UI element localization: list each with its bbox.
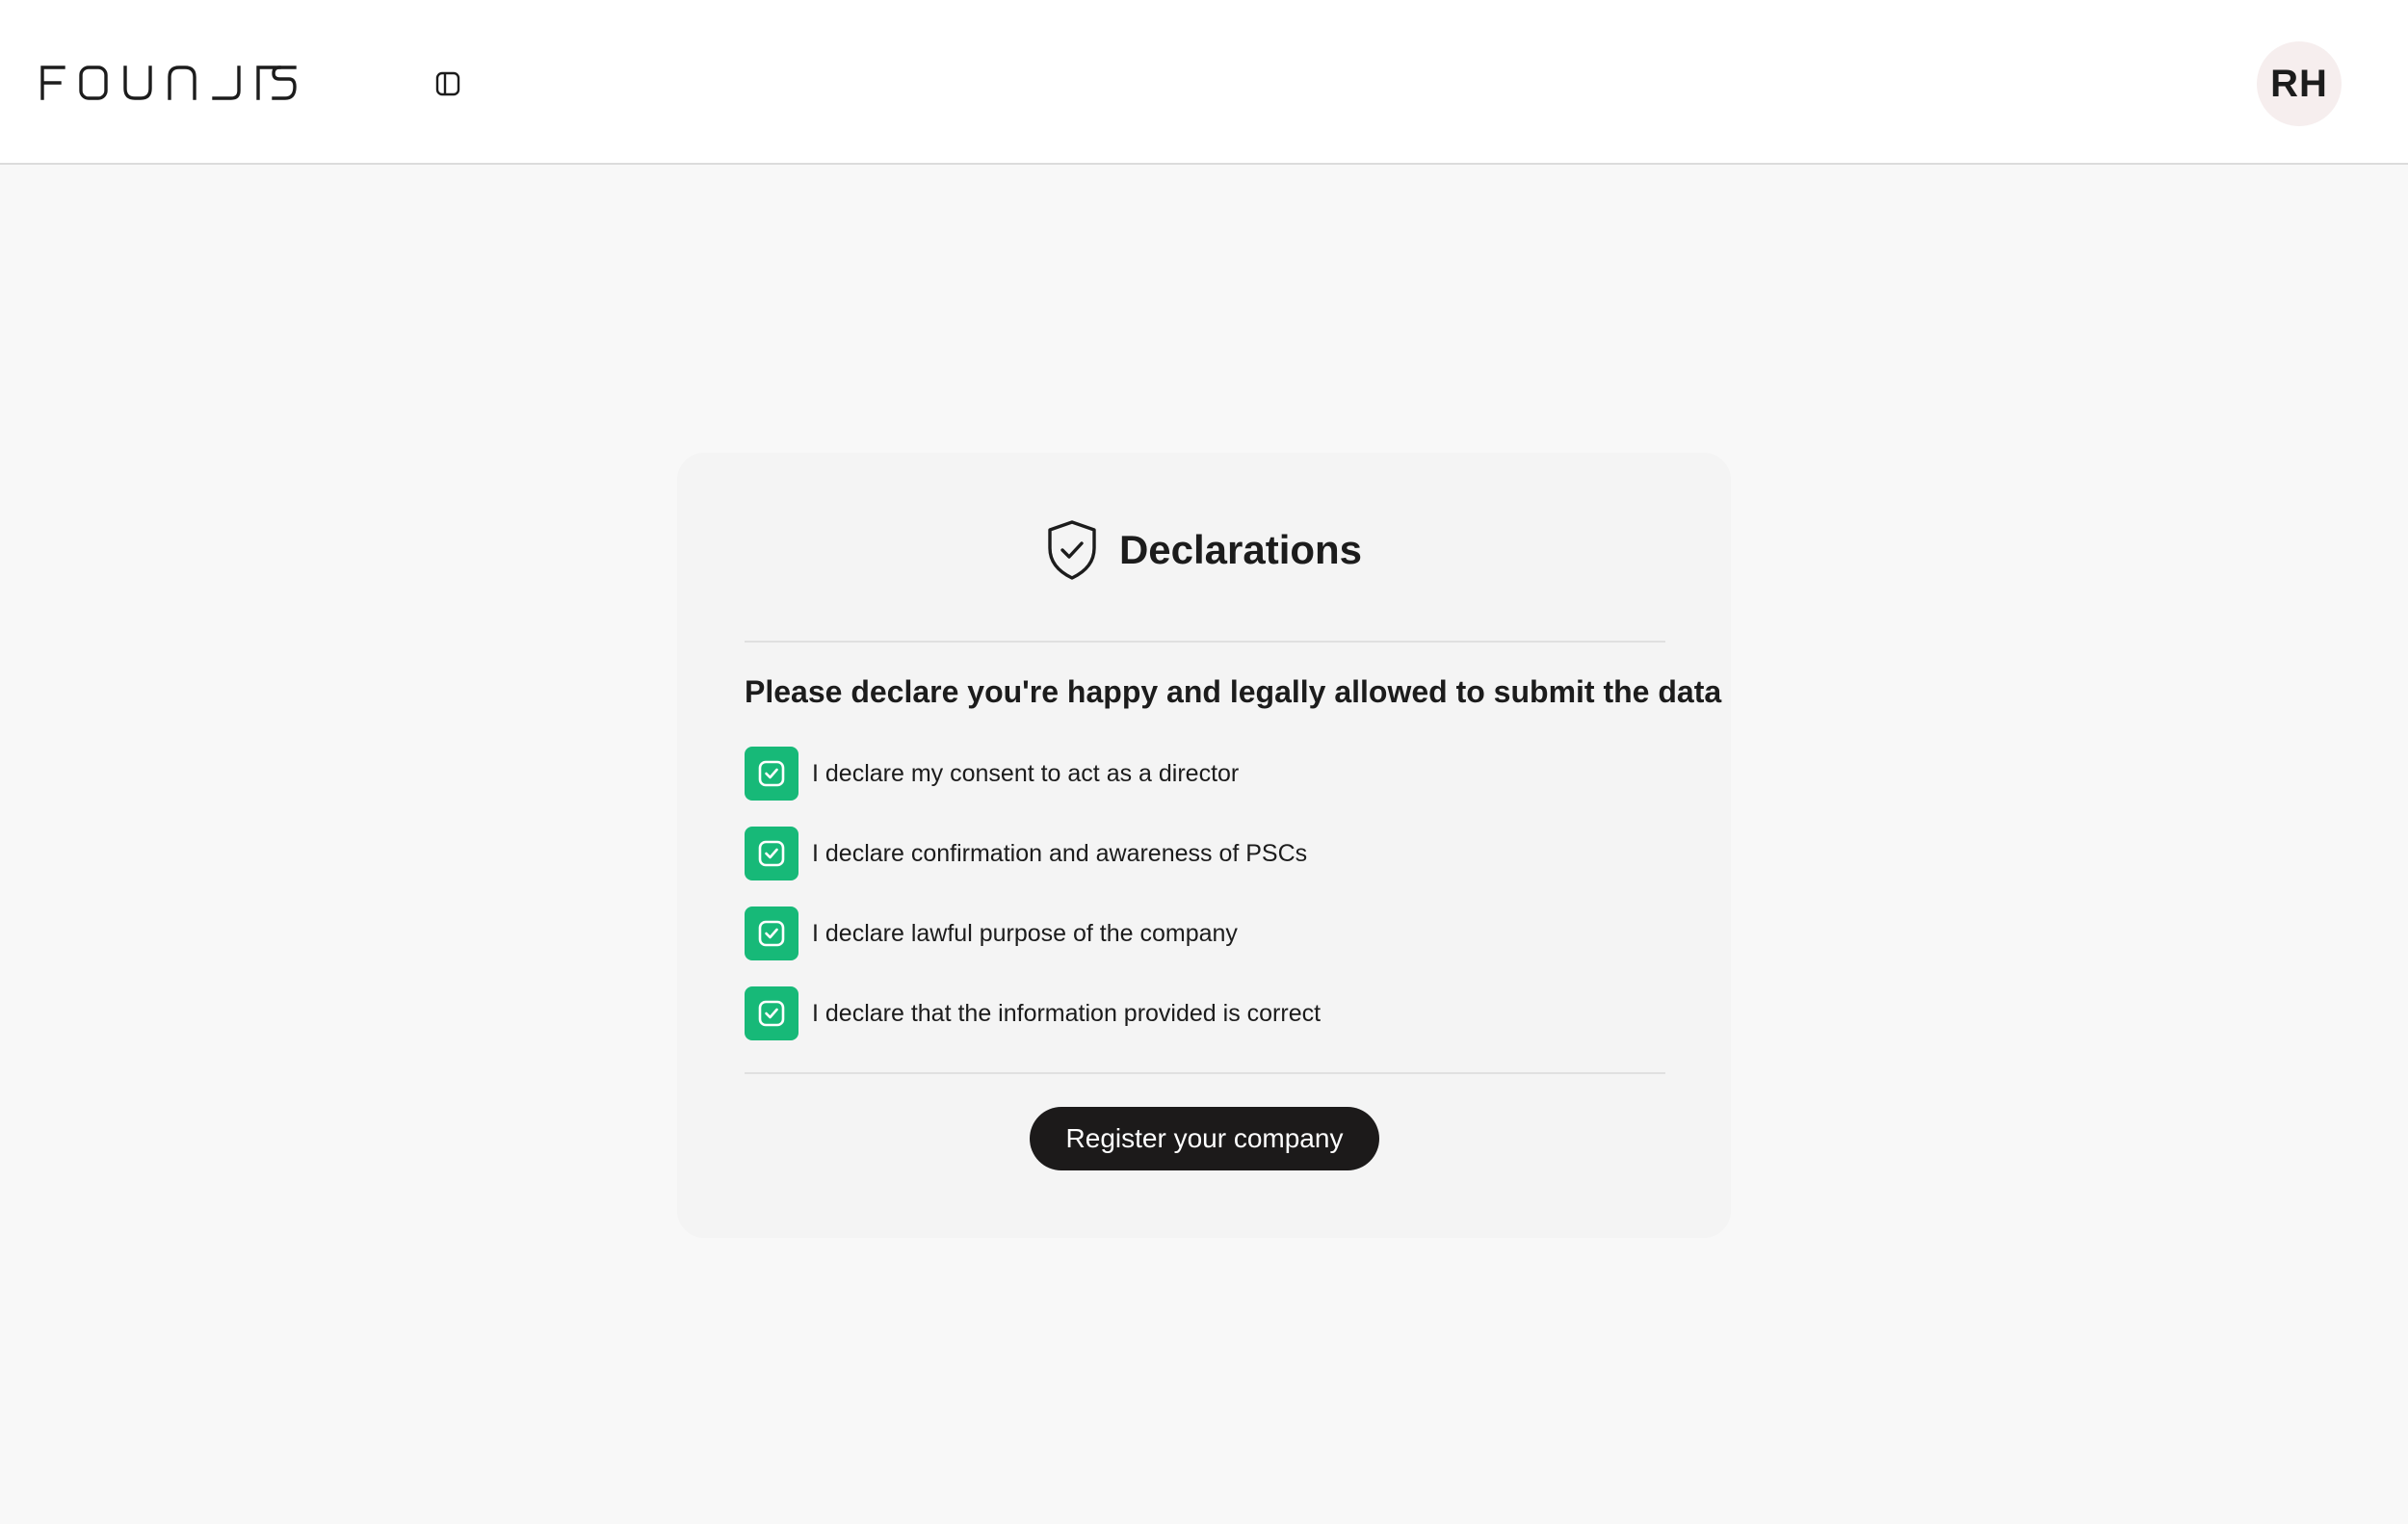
declarations-subtitle: Please declare you're happy and legally … — [745, 674, 1722, 709]
declaration-item-director-consent[interactable]: I declare my consent to act as a directo… — [745, 747, 1669, 801]
declaration-item-psc-awareness[interactable]: I declare confirmation and awareness of … — [745, 827, 1669, 880]
divider — [745, 1072, 1665, 1074]
top-bar: RH — [0, 0, 2408, 165]
declaration-label: I declare my consent to act as a directo… — [812, 759, 1240, 787]
declarations-card: Declarations Please declare you're happy… — [677, 453, 1731, 1238]
card-title: Declarations — [1118, 527, 1363, 572]
declaration-checkbox[interactable] — [745, 986, 798, 1040]
check-square-icon — [758, 920, 785, 947]
foundrs-logo[interactable] — [39, 62, 299, 102]
shield-check-icon — [1048, 520, 1096, 580]
divider — [745, 641, 1665, 643]
declaration-label: I declare lawful purpose of the company — [812, 919, 1238, 947]
declaration-checkbox[interactable] — [745, 747, 798, 801]
declaration-label: I declare that the information provided … — [812, 999, 1322, 1027]
declaration-item-information-correct[interactable]: I declare that the information provided … — [745, 986, 1669, 1040]
card-header: Declarations — [677, 516, 1731, 584]
declaration-item-lawful-purpose[interactable]: I declare lawful purpose of the company — [745, 907, 1669, 960]
avatar-initials: RH — [2270, 62, 2328, 105]
declarations-list: I declare my consent to act as a directo… — [745, 747, 1669, 1066]
user-avatar[interactable]: RH — [2257, 41, 2342, 126]
sidebar-toggle-button[interactable] — [432, 67, 464, 100]
check-square-icon — [758, 760, 785, 787]
register-company-button[interactable]: Register your company — [1030, 1107, 1379, 1170]
declaration-label: I declare confirmation and awareness of … — [812, 839, 1308, 867]
declaration-checkbox[interactable] — [745, 907, 798, 960]
check-square-icon — [758, 1000, 785, 1027]
sidebar-panel-icon — [435, 71, 460, 96]
declaration-checkbox[interactable] — [745, 827, 798, 880]
check-square-icon — [758, 840, 785, 867]
